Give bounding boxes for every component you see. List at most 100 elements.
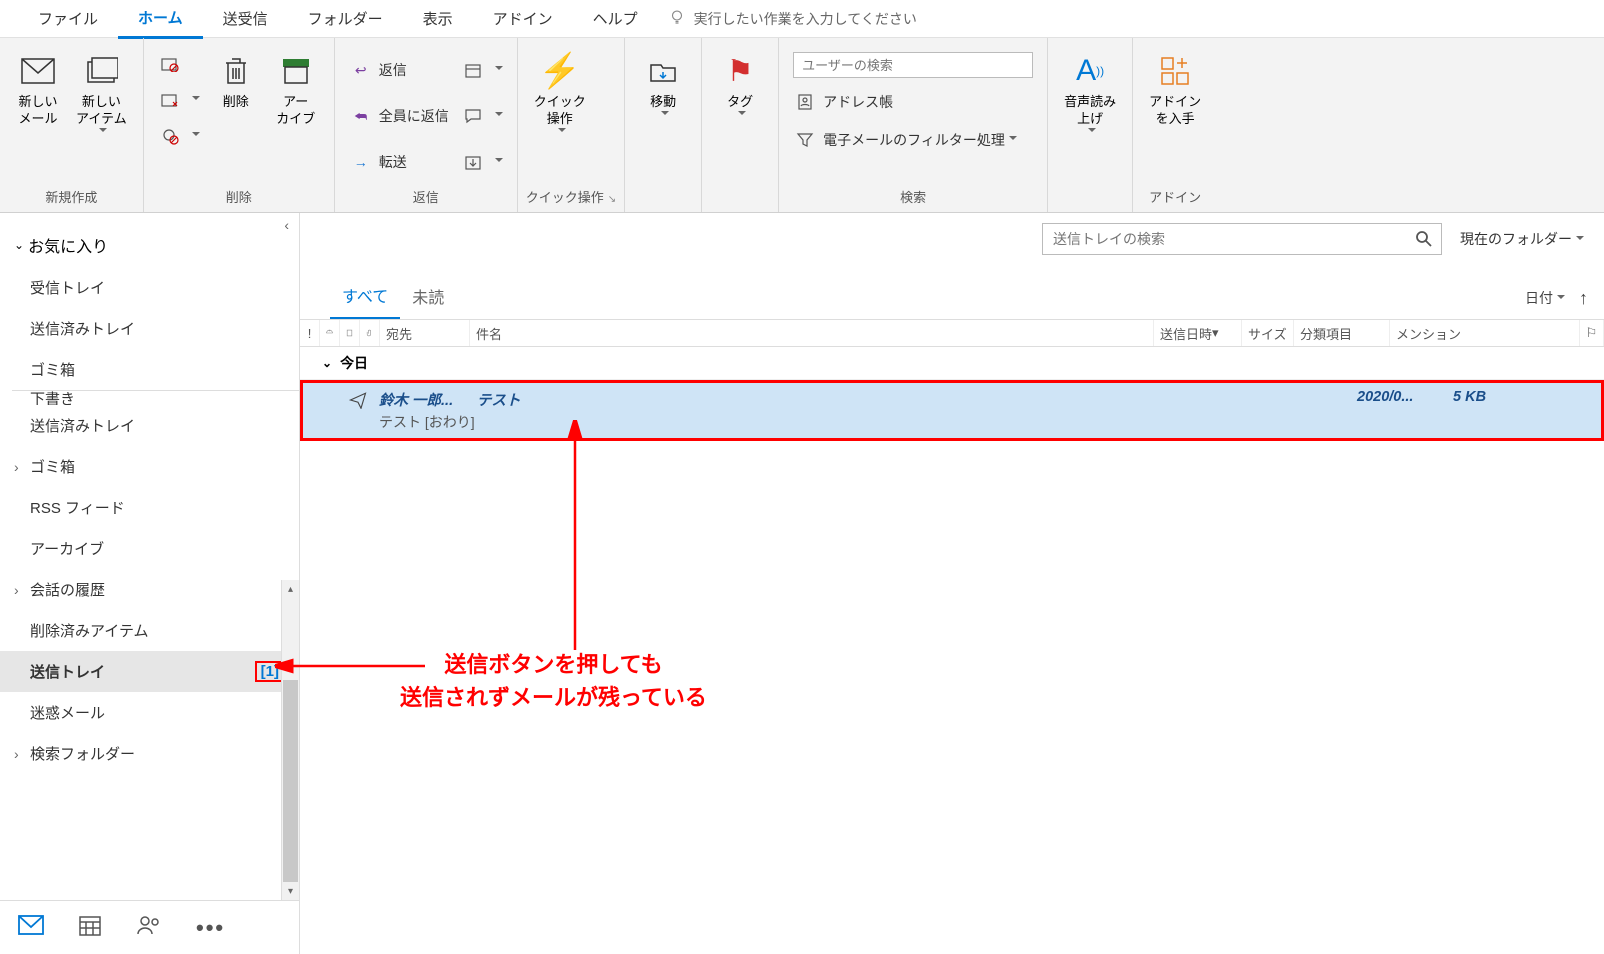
im-button[interactable]	[461, 102, 503, 130]
sidebar-scrollbar[interactable]: ▴ ▾	[281, 580, 299, 900]
ribbon-label-reply: 返信	[343, 183, 509, 212]
menu-addin[interactable]: アドイン	[473, 0, 573, 37]
sending-icon	[307, 389, 379, 409]
sidebar-collapse-icon[interactable]: ‹	[284, 217, 289, 233]
col-importance[interactable]: !	[300, 320, 320, 346]
cleanup-button[interactable]	[158, 86, 200, 114]
filter-mail-button[interactable]: 電子メールのフィルター処理	[793, 126, 1017, 154]
search-icon[interactable]	[1407, 230, 1441, 248]
col-mention[interactable]: メンション	[1390, 320, 1580, 346]
forward-button[interactable]: →転送	[349, 148, 449, 176]
archive-button[interactable]: アー カイブ	[266, 44, 326, 128]
nav-mail-icon[interactable]	[18, 915, 44, 941]
delete-button[interactable]: 削除	[206, 44, 266, 111]
read-aloud-button[interactable]: A)) 音声読み 上げ	[1056, 44, 1124, 136]
col-subject[interactable]: 件名	[470, 320, 1154, 346]
folder-junk[interactable]: 迷惑メール	[0, 692, 299, 733]
folder-drafts[interactable]: 下書き	[0, 391, 299, 405]
folder-convhist-label: 会話の履歴	[30, 579, 105, 600]
forward-icon: →	[349, 154, 373, 170]
meeting-reply-button[interactable]	[461, 56, 503, 84]
user-search-input[interactable]	[793, 52, 1033, 78]
ribbon-group-quick: ⚡ クイック 操作 クイック操作	[518, 38, 625, 212]
col-reminder[interactable]	[320, 320, 340, 346]
col-icon[interactable]	[340, 320, 360, 346]
menu-home[interactable]: ホーム	[118, 0, 203, 39]
cleanup-icon	[158, 92, 182, 108]
reply-all-button[interactable]: ⮪全員に返信	[349, 102, 449, 130]
folder-searchfolders-label: 検索フォルダー	[30, 743, 135, 764]
menu-help[interactable]: ヘルプ	[573, 0, 658, 37]
reply-label: 返信	[379, 60, 407, 80]
fav-trash[interactable]: ゴミ箱	[0, 349, 299, 390]
nav-more-icon[interactable]: •••	[196, 915, 225, 941]
folder-trash[interactable]: ゴミ箱	[0, 446, 299, 487]
new-item-icon	[84, 52, 118, 90]
new-item-button[interactable]: 新しい アイテム	[68, 44, 135, 136]
move-button[interactable]: 移動	[633, 44, 693, 119]
folder-search-box[interactable]	[1042, 223, 1442, 255]
quick-steps-button[interactable]: ⚡ クイック 操作	[526, 44, 594, 136]
tab-all[interactable]: すべて	[330, 277, 400, 319]
ignore-button[interactable]	[158, 50, 200, 78]
col-flag[interactable]: ⚐	[1580, 320, 1604, 346]
addins-icon	[1160, 52, 1190, 90]
favorites-header[interactable]: ⌄ お気に入り	[0, 213, 299, 267]
menu-file[interactable]: ファイル	[18, 0, 118, 37]
folder-archive[interactable]: アーカイブ	[0, 528, 299, 569]
ribbon-group-addin: アドイン を入手 アドイン	[1133, 38, 1217, 212]
folder-sent-label: 送信済みトレイ	[30, 415, 135, 436]
reply-all-icon: ⮪	[349, 108, 373, 125]
trash-icon	[222, 52, 250, 90]
search-scope-dropdown[interactable]: 現在のフォルダー	[1452, 223, 1592, 255]
nav-calendar-icon[interactable]	[78, 913, 102, 943]
move-icon	[649, 52, 677, 90]
menu-sendreceive[interactable]: 送受信	[203, 0, 288, 37]
new-mail-button[interactable]: 新しい メール	[8, 44, 68, 128]
message-list-pane: 現在のフォルダー すべて 未読 日付 ↑ ! 宛先 件名 送信日時▾ サイズ 分…	[300, 213, 1604, 954]
filter-mail-label: 電子メールのフィルター処理	[823, 130, 1005, 150]
chevron-down-icon: ⌄	[322, 356, 332, 370]
more-reply-button[interactable]	[461, 148, 503, 176]
archive-icon	[281, 52, 311, 90]
annotation-line2: 送信されずメールが残っている	[400, 685, 707, 710]
nav-people-icon[interactable]	[136, 914, 162, 942]
archive-label: アー カイブ	[276, 94, 315, 128]
folder-sent-items[interactable]: 送信済みトレイ	[0, 405, 299, 446]
folder-deleted-items[interactable]: 削除済みアイテム	[0, 610, 299, 651]
folder-conversation-history[interactable]: 会話の履歴	[0, 569, 299, 610]
envelope-icon	[21, 52, 55, 90]
tell-me-search[interactable]: 実行したい作業を入力してください	[668, 8, 917, 29]
col-category[interactable]: 分類項目	[1294, 320, 1390, 346]
address-book-button[interactable]: アドレス帳	[793, 88, 893, 116]
fav-sent[interactable]: 送信済みトレイ	[0, 308, 299, 349]
col-size[interactable]: サイズ	[1242, 320, 1294, 346]
menu-view[interactable]: 表示	[403, 0, 473, 37]
sort-by-dropdown[interactable]: 日付	[1525, 288, 1565, 308]
address-book-icon	[793, 93, 817, 111]
reply-button[interactable]: ↩返信	[349, 56, 449, 84]
folder-rss[interactable]: RSS フィード	[0, 487, 299, 528]
col-attachment[interactable]	[360, 320, 380, 346]
tab-unread[interactable]: 未読	[400, 278, 456, 318]
col-sent-date[interactable]: 送信日時▾	[1154, 320, 1242, 346]
scroll-down-icon[interactable]: ▾	[282, 882, 299, 900]
more-reply-icon	[461, 153, 485, 171]
junk-button[interactable]	[158, 122, 200, 150]
date-group-today[interactable]: ⌄ 今日	[300, 347, 1604, 380]
scroll-up-icon[interactable]: ▴	[282, 580, 299, 598]
folder-search-folders[interactable]: 検索フォルダー	[0, 733, 299, 774]
annotation-line1: 送信ボタンを押しても	[444, 652, 662, 677]
scroll-thumb[interactable]	[283, 680, 298, 900]
get-addins-button[interactable]: アドイン を入手	[1141, 44, 1209, 128]
menu-folder[interactable]: フォルダー	[288, 0, 403, 37]
ribbon-label-quick[interactable]: クイック操作	[526, 183, 616, 212]
folder-trash-label: ゴミ箱	[30, 456, 75, 477]
folder-outbox[interactable]: 送信トレイ [1]	[0, 651, 299, 692]
tag-button[interactable]: ⚑ タグ	[710, 44, 770, 119]
fav-inbox[interactable]: 受信トレイ	[0, 267, 299, 308]
message-row[interactable]: 鈴木 一郎... テスト 2020/0... 5 KB テスト [おわり]	[300, 380, 1604, 441]
col-to[interactable]: 宛先	[380, 320, 470, 346]
folder-search-input[interactable]	[1043, 231, 1407, 247]
sort-direction-icon[interactable]: ↑	[1579, 288, 1588, 309]
